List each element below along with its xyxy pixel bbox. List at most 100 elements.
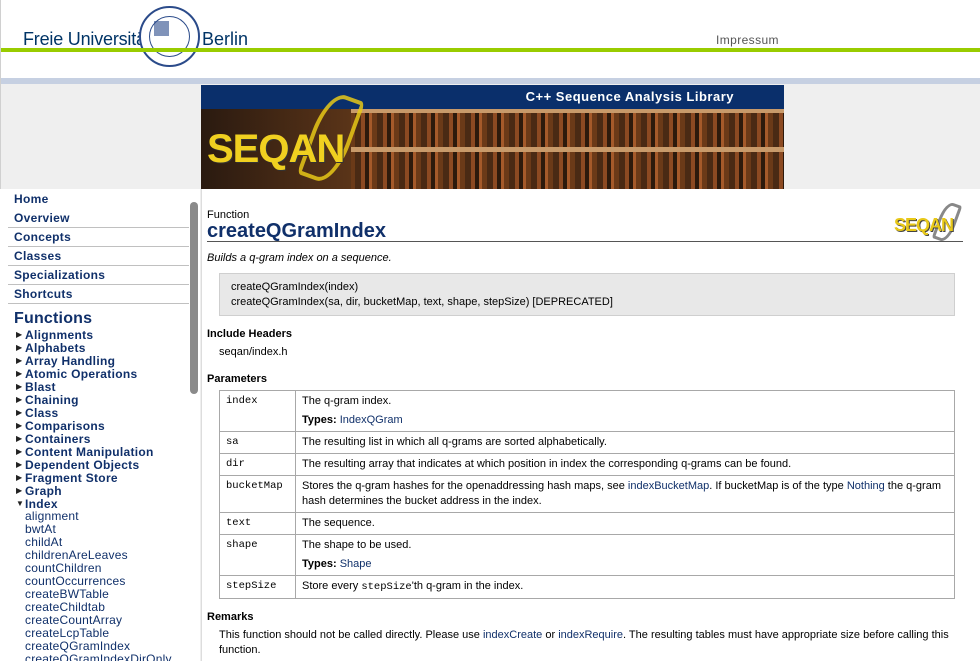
signature-box: createQGramIndex(index) createQGramIndex… — [219, 273, 955, 316]
param-name: stepSize — [219, 575, 296, 599]
main-content: Function createQGramIndex SEQAN Builds a… — [201, 189, 980, 661]
category-class[interactable]: ▶ Class — [16, 406, 200, 420]
category-comparisons[interactable]: ▶ Comparisons — [16, 418, 200, 433]
category-label: Dependent Objects — [25, 457, 140, 472]
function-link-createqgramindexdironly[interactable]: createQGramIndexDirOnly — [25, 653, 200, 661]
param-description: The resulting array that indicates at wh… — [295, 453, 955, 476]
sidebar-scrollbar[interactable] — [190, 202, 198, 394]
param-name: text — [219, 512, 296, 535]
parameters-table: index The q-gram index. Types: IndexQGra… — [219, 390, 955, 599]
functions-heading[interactable]: Functions — [14, 310, 200, 328]
category-blast[interactable]: ▶ Blast — [16, 379, 200, 394]
param-desc-text: Stores the q-gram hashes for the openadd… — [302, 480, 628, 492]
nav-home[interactable]: Home — [8, 190, 189, 209]
nav-shortcuts[interactable]: Shortcuts — [8, 285, 189, 304]
category-atomic-operations[interactable]: ▶ Atomic Operations — [16, 366, 200, 381]
category-label: Blast — [25, 379, 56, 394]
page-title: createQGramIndex — [207, 220, 386, 242]
expand-triangle-icon[interactable]: ▶ — [16, 382, 24, 391]
expand-triangle-icon[interactable]: ▶ — [16, 460, 24, 469]
category-graph[interactable]: ▶ Graph — [16, 484, 200, 498]
expand-triangle-icon[interactable]: ▶ — [16, 356, 24, 365]
expand-triangle-icon[interactable]: ▶ — [16, 421, 24, 430]
include-headers-heading: Include Headers — [207, 328, 292, 340]
expand-triangle-icon[interactable]: ▶ — [16, 408, 24, 417]
university-seal-icon[interactable] — [139, 6, 200, 67]
param-description: The resulting list in which all q-grams … — [295, 431, 955, 454]
shelf-board — [341, 109, 784, 113]
expand-triangle-icon[interactable]: ▶ — [16, 473, 24, 482]
category-containers[interactable]: ▶ Containers — [16, 431, 200, 446]
param-name: dir — [219, 453, 296, 476]
category-alignments[interactable]: ▶ Alignments — [16, 328, 200, 342]
table-row: sa The resulting list in which all q-gra… — [219, 431, 955, 454]
inline-code: stepSize — [361, 581, 412, 593]
param-description: Store every stepSize'th q-gram in the in… — [295, 575, 955, 599]
link-nothing[interactable]: Nothing — [847, 480, 885, 492]
nav-classes[interactable]: Classes — [8, 247, 189, 266]
type-link-indexqgram[interactable]: IndexQGram — [340, 414, 403, 426]
university-name-left[interactable]: Freie Universität — [23, 29, 151, 50]
table-row: text The sequence. — [219, 512, 955, 535]
table-row: dir The resulting array that indicates a… — [219, 453, 955, 476]
expand-triangle-icon[interactable]: ▶ — [16, 395, 24, 404]
category-chaining[interactable]: ▶ Chaining — [16, 393, 200, 407]
param-name: index — [219, 390, 296, 432]
impressum-link[interactable]: Impressum — [716, 33, 779, 47]
param-desc-text: The shape to be used. — [302, 539, 412, 551]
nav-overview[interactable]: Overview — [8, 209, 189, 228]
shelf-board — [341, 147, 784, 152]
include-header-value: seqan/index.h — [219, 346, 288, 358]
param-desc-text: . If bucketMap is of the type — [709, 480, 847, 492]
param-desc-text: The q-gram index. — [302, 395, 392, 407]
category-label: Atomic Operations — [25, 366, 138, 381]
param-desc-text: Store every — [302, 580, 362, 592]
category-label: Comparisons — [25, 418, 105, 433]
type-link-shape[interactable]: Shape — [340, 558, 372, 570]
table-row: bucketMap Stores the q-gram hashes for t… — [219, 475, 955, 513]
param-description: The shape to be used. Types: Shape — [295, 534, 955, 576]
param-description: Stores the q-gram hashes for the openadd… — [295, 475, 955, 513]
sidebar-navigation: Home Overview Concepts Classes Specializ… — [0, 189, 200, 661]
university-name-right[interactable]: Berlin — [202, 29, 248, 50]
expand-triangle-icon[interactable]: ▶ — [16, 486, 24, 495]
expand-triangle-icon[interactable]: ▶ — [16, 369, 24, 378]
seqan-banner: C++ Sequence Analysis Library SEQAN — [201, 85, 784, 189]
nav-concepts[interactable]: Concepts — [8, 228, 189, 247]
nav-specializations[interactable]: Specializations — [8, 266, 189, 285]
remarks-heading: Remarks — [207, 611, 254, 623]
signature-line: createQGramIndex(sa, dir, bucketMap, tex… — [231, 296, 613, 308]
category-alphabets[interactable]: ▶ Alphabets — [16, 340, 200, 355]
param-types: Types: Shape — [302, 557, 948, 572]
category-dependent-objects[interactable]: ▶ Dependent Objects — [16, 457, 200, 472]
expand-triangle-icon[interactable]: ▶ — [16, 343, 24, 352]
category-label: Containers — [25, 431, 91, 446]
remarks-part: This function should not be called direc… — [219, 629, 483, 641]
link-indexbucketmap[interactable]: indexBucketMap — [628, 480, 709, 492]
param-name: sa — [219, 431, 296, 454]
seqan-mini-logo[interactable]: SEQAN — [894, 215, 954, 236]
link-indexcreate[interactable]: indexCreate — [483, 629, 542, 641]
seqan-logo[interactable]: SEQAN — [207, 127, 345, 172]
category-array-handling[interactable]: ▶ Array Handling — [16, 354, 200, 368]
param-types: Types: IndexQGram — [302, 413, 948, 428]
collapse-triangle-icon[interactable]: ▼ — [16, 499, 24, 508]
banner-title: C++ Sequence Analysis Library — [201, 85, 784, 109]
signature-line: createQGramIndex(index) — [231, 281, 359, 293]
link-indexrequire[interactable]: indexRequire — [558, 629, 623, 641]
expand-triangle-icon[interactable]: ▶ — [16, 434, 24, 443]
param-description: The q-gram index. Types: IndexQGram — [295, 390, 955, 432]
param-description: The sequence. — [295, 512, 955, 535]
remarks-part: or — [542, 629, 559, 641]
table-row: shape The shape to be used. Types: Shape — [219, 534, 955, 576]
category-label: Alphabets — [25, 340, 86, 355]
university-header: Freie Universität Berlin Impressum — [0, 0, 980, 84]
expand-triangle-icon[interactable]: ▶ — [16, 330, 24, 339]
category-fragment-store[interactable]: ▶ Fragment Store — [16, 471, 200, 485]
param-name: shape — [219, 534, 296, 576]
category-content-manipulation[interactable]: ▶ Content Manipulation — [16, 445, 200, 459]
types-label: Types: — [302, 558, 337, 570]
table-row: stepSize Store every stepSize'th q-gram … — [219, 575, 955, 599]
expand-triangle-icon[interactable]: ▶ — [16, 447, 24, 456]
table-row: index The q-gram index. Types: IndexQGra… — [219, 390, 955, 432]
